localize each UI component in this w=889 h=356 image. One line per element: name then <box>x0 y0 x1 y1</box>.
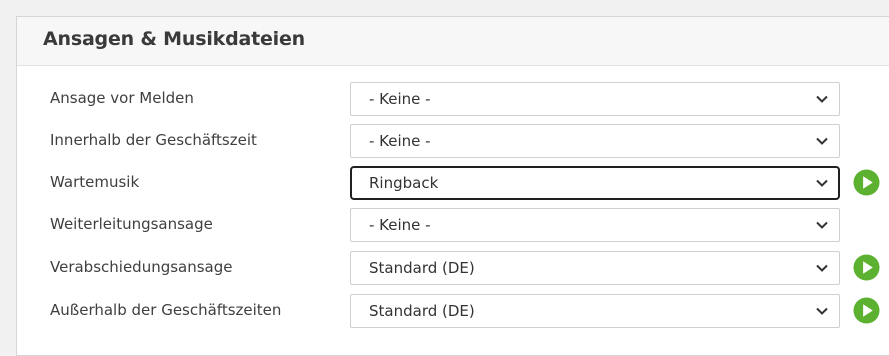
select-value: - Keine - <box>369 90 431 108</box>
panel-header: Ansagen & Musikdateien <box>17 17 889 66</box>
chevron-down-icon <box>816 179 828 187</box>
chevron-down-icon <box>816 264 828 272</box>
innerhalb-geschaeftszeit-select[interactable]: - Keine - <box>350 124 840 158</box>
form-row-wartemusik: Wartemusik Ringback <box>17 165 889 201</box>
play-icon[interactable] <box>853 297 880 324</box>
select-value: Standard (DE) <box>369 259 475 277</box>
select-value: Ringback <box>369 174 439 192</box>
verabschiedungsansage-select[interactable]: Standard (DE) <box>350 251 840 285</box>
section-title: Ansagen & Musikdateien <box>43 28 305 50</box>
select-value: Standard (DE) <box>369 302 475 320</box>
field-label: Ansage vor Melden <box>50 89 194 107</box>
ansage-vor-melden-select[interactable]: - Keine - <box>350 82 840 116</box>
ausserhalb-geschaeftszeiten-select[interactable]: Standard (DE) <box>350 294 840 328</box>
select-value: - Keine - <box>369 132 431 150</box>
field-label: Innerhalb der Geschäftszeit <box>50 131 257 149</box>
form-row-ausserhalb-geschaeftszeiten: Außerhalb der Geschäftszeiten Standard (… <box>17 293 889 329</box>
wartemusik-select[interactable]: Ringback <box>350 166 840 200</box>
field-label: Wartemusik <box>50 173 140 191</box>
form-row-verabschiedungsansage: Verabschiedungsansage Standard (DE) <box>17 250 889 286</box>
form-row-ansage-vor-melden: Ansage vor Melden - Keine - <box>17 81 889 117</box>
chevron-down-icon <box>816 95 828 103</box>
form-row-innerhalb-geschaeftszeit: Innerhalb der Geschäftszeit - Keine - <box>17 123 889 159</box>
form-row-weiterleitungsansage: Weiterleitungsansage - Keine - <box>17 207 889 243</box>
chevron-down-icon <box>816 137 828 145</box>
field-label: Verabschiedungsansage <box>50 258 233 276</box>
select-value: - Keine - <box>369 216 431 234</box>
chevron-down-icon <box>816 307 828 315</box>
audio-settings-panel: Ansagen & Musikdateien Ansage vor Melden… <box>16 16 889 356</box>
field-label: Außerhalb der Geschäftszeiten <box>50 301 282 319</box>
play-icon[interactable] <box>853 254 880 281</box>
chevron-down-icon <box>816 221 828 229</box>
play-icon[interactable] <box>853 169 880 196</box>
field-label: Weiterleitungsansage <box>50 215 213 233</box>
weiterleitungsansage-select[interactable]: - Keine - <box>350 208 840 242</box>
